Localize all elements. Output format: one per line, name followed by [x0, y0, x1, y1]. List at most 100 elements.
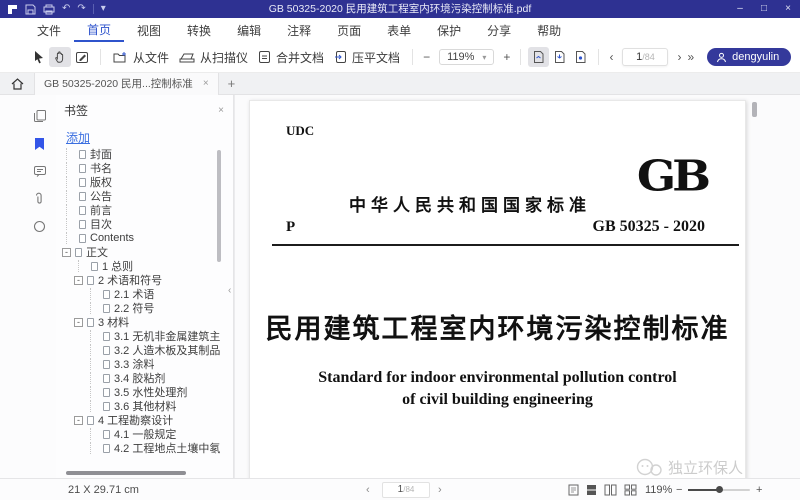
zoom-slider[interactable] — [688, 489, 750, 491]
select-tool-button[interactable] — [28, 47, 49, 67]
page-thumbnails-icon[interactable] — [33, 109, 56, 123]
document-vertical-scrollbar[interactable] — [752, 102, 757, 117]
bookmark-flag-icon — [87, 276, 94, 285]
bookmark-item[interactable]: -4 工程勘察设计 — [60, 413, 220, 427]
status-page-number-input[interactable]: 1/84 — [382, 482, 430, 498]
menu-item-分享[interactable]: 分享 — [474, 18, 524, 42]
print-icon[interactable] — [43, 4, 55, 15]
bookmark-item[interactable]: 2.1 术语 — [60, 287, 220, 301]
add-bookmark-link[interactable]: 添加 — [66, 129, 90, 146]
menu-item-首页[interactable]: 首页 — [74, 18, 124, 42]
bookmark-item[interactable]: -3 材料 — [60, 315, 220, 329]
menu-item-注释[interactable]: 注释 — [274, 18, 324, 42]
stamps-icon[interactable] — [33, 220, 56, 233]
zoom-select[interactable]: 119% ▾ — [439, 49, 494, 65]
delete-page-button[interactable] — [570, 47, 591, 67]
previous-page-button[interactable]: ‹ — [606, 50, 616, 64]
menu-item-表单[interactable]: 表单 — [374, 18, 424, 42]
menu-item-页面[interactable]: 页面 — [324, 18, 374, 42]
status-zoom-out-button[interactable]: − — [676, 479, 682, 500]
bookmark-item[interactable]: 3.5 水性处理剂 — [60, 385, 220, 399]
new-tab-button[interactable]: + — [219, 76, 245, 91]
collapse-toggle-icon[interactable]: - — [74, 416, 83, 425]
comments-icon[interactable] — [33, 165, 56, 178]
panel-horizontal-scrollbar[interactable] — [66, 471, 186, 475]
bookmark-item[interactable]: 4.1 一般规定 — [60, 427, 220, 441]
panel-close-icon[interactable]: × — [218, 105, 224, 116]
customize-toolbar-caret-icon[interactable]: ▾ — [101, 0, 106, 18]
bookmark-item[interactable]: 1 总则 — [60, 259, 220, 273]
flatten-document-button[interactable]: 压平文档 — [329, 46, 405, 69]
collapse-toggle-icon[interactable]: - — [62, 248, 71, 257]
document-viewport[interactable]: UDC GB 中华人民共和国国家标准 P GB 50325 - 2020 民用建… — [234, 95, 800, 478]
bookmark-item[interactable]: Contents — [60, 231, 220, 245]
maximize-button[interactable]: □ — [752, 0, 776, 18]
menu-item-视图[interactable]: 视图 — [124, 18, 174, 42]
user-account-button[interactable]: dengyulin — [707, 48, 791, 66]
rotate-page-left-button[interactable] — [528, 47, 549, 67]
bookmark-item[interactable]: 3.4 胶粘剂 — [60, 371, 220, 385]
bookmark-item[interactable]: -正文 — [60, 245, 220, 259]
bookmark-item[interactable]: -2 术语和符号 — [60, 273, 220, 287]
bookmark-item[interactable]: 封面 — [60, 147, 220, 161]
menu-item-文件[interactable]: 文件 — [24, 18, 74, 42]
zoom-out-button[interactable]: − — [420, 50, 433, 64]
bookmark-item[interactable]: 3.2 人造木板及其制品 — [60, 343, 220, 357]
bookmarks-icon[interactable] — [33, 137, 56, 151]
bookmark-item[interactable]: 3.6 其他材料 — [60, 399, 220, 413]
single-page-view-icon[interactable] — [568, 484, 579, 496]
tab-close-icon[interactable]: × — [203, 78, 209, 89]
bookmark-item[interactable]: 2.2 符号 — [60, 301, 220, 315]
collapse-toggle-icon[interactable]: - — [74, 318, 83, 327]
undo-icon[interactable]: ↶ — [62, 0, 70, 18]
page-number-input[interactable]: 1/84 — [622, 48, 668, 66]
menu-item-帮助[interactable]: 帮助 — [524, 18, 574, 42]
bookmark-item[interactable]: 目次 — [60, 217, 220, 231]
collapse-toggle-icon[interactable]: - — [74, 276, 83, 285]
page-rotate-right-icon — [553, 50, 566, 64]
status-zoom-in-button[interactable]: + — [756, 479, 762, 500]
home-tab-button[interactable] — [0, 78, 34, 90]
menu-item-转换[interactable]: 转换 — [174, 18, 224, 42]
bookmark-flag-icon — [79, 150, 86, 159]
edit-tool-button[interactable] — [71, 47, 93, 67]
bookmark-item[interactable]: 版权 — [60, 175, 220, 189]
bookmark-item[interactable]: 3.1 无机非金属建筑主体材 — [60, 329, 220, 343]
collapse-panel-handle[interactable]: ‹ — [228, 285, 231, 296]
continuous-scroll-view-icon[interactable] — [586, 484, 597, 496]
document-tab[interactable]: GB 50325-2020 民用...控制标准 × — [34, 73, 219, 95]
rotate-page-right-button[interactable] — [549, 47, 570, 67]
toolbar-separator — [598, 49, 599, 65]
save-icon[interactable] — [25, 4, 36, 15]
close-button[interactable]: × — [776, 0, 800, 18]
bookmark-item[interactable]: 4.2 工程地点土壤中氡浓度 — [60, 441, 220, 455]
minimize-button[interactable]: – — [728, 0, 752, 18]
two-page-view-icon[interactable] — [604, 484, 617, 496]
last-page-button[interactable]: » — [684, 50, 697, 64]
scanner-icon — [179, 51, 195, 64]
menu-item-保护[interactable]: 保护 — [424, 18, 474, 42]
bookmark-item[interactable]: 3.3 涂料 — [60, 357, 220, 371]
next-page-button[interactable]: › — [674, 50, 684, 64]
menu-item-编辑[interactable]: 编辑 — [224, 18, 274, 42]
merge-documents-button[interactable]: 合并文档 — [253, 46, 329, 69]
zoom-slider-knob[interactable] — [716, 486, 723, 493]
tree-connector — [66, 190, 75, 202]
from-scanner-button[interactable]: 从扫描仪 — [174, 46, 253, 69]
grid-view-icon[interactable] — [624, 484, 637, 496]
zoom-in-button[interactable]: + — [500, 50, 513, 64]
bookmark-item[interactable]: 书名 — [60, 161, 220, 175]
attachments-icon[interactable] — [33, 192, 56, 206]
redo-icon[interactable]: ↷ — [77, 0, 85, 18]
pdf-reader-window: ↶ ↷ ▾ GB 50325-2020 民用建筑工程室内环境污染控制标准.pdf… — [0, 0, 800, 500]
tree-connector — [90, 302, 99, 314]
merge-documents-label: 合并文档 — [276, 49, 324, 66]
status-next-page-button[interactable]: › — [438, 479, 442, 500]
from-file-button[interactable]: 从文件 — [108, 46, 174, 69]
status-previous-page-button[interactable]: ‹ — [366, 479, 370, 500]
panel-vertical-scrollbar[interactable] — [217, 150, 221, 262]
bookmark-item[interactable]: 公告 — [60, 189, 220, 203]
hand-tool-button[interactable] — [49, 47, 71, 67]
bookmark-item[interactable]: 前言 — [60, 203, 220, 217]
bookmarks-panel-title: 书签 — [64, 102, 88, 119]
